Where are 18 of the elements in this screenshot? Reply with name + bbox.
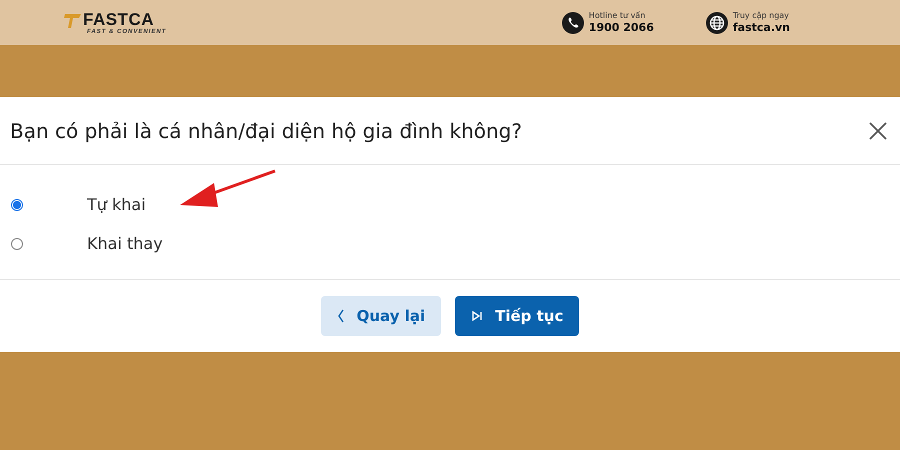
contact-value: 1900 2066 xyxy=(588,21,654,35)
dialog-title: Bạn có phải là cá nhân/đại diện hộ gia đình không? xyxy=(10,118,522,142)
option-label[interactable]: Khai thay xyxy=(87,234,163,253)
chevron-left-icon xyxy=(336,309,345,323)
radio-button[interactable] xyxy=(11,198,23,210)
phone-icon xyxy=(562,12,584,34)
contact-label: Truy cập ngay xyxy=(732,10,790,21)
contact-label: Hotline tư vấn xyxy=(588,10,646,21)
logo-name: FASTCA xyxy=(83,10,155,28)
radio-button[interactable] xyxy=(11,238,23,250)
back-button[interactable]: Quay lại xyxy=(320,296,442,336)
continue-button[interactable]: Tiếp tục xyxy=(455,296,580,336)
skip-forward-icon xyxy=(471,310,484,322)
close-icon[interactable] xyxy=(868,120,888,140)
globe-icon xyxy=(706,12,728,34)
logo-icon xyxy=(64,12,82,30)
contact-value: fastca.vn xyxy=(732,21,790,35)
option-label[interactable]: Tự khai xyxy=(87,195,146,214)
